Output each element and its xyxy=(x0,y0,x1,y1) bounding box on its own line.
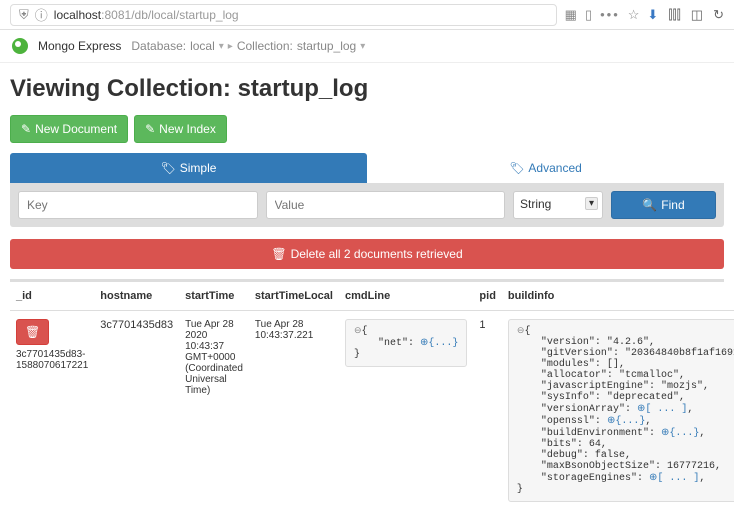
find-label: Find xyxy=(661,198,684,212)
more-icon[interactable]: ••• xyxy=(600,7,620,22)
filter-bar: String 🔍 Find xyxy=(10,183,724,227)
cell-pid: 1 xyxy=(473,311,502,511)
chevron-down-icon: ▾ xyxy=(219,41,224,52)
cell-starttimelocal: Tue Apr 28 10:43:37.221 xyxy=(249,311,339,511)
shield-icon: ⛨ xyxy=(19,7,29,23)
breadcrumb: Database: local ▾ ▸ Collection: startup_… xyxy=(131,39,365,53)
filter-tabs: 🏷 Simple 🏷 Advanced xyxy=(10,153,724,183)
delete-all-label: Delete all 2 documents retrieved xyxy=(291,247,463,261)
url-text: localhost:8081/db/local/startup_log xyxy=(54,8,239,22)
tab-advanced[interactable]: 🏷 Advanced xyxy=(367,153,724,183)
brand-name[interactable]: Mongo Express xyxy=(38,39,121,53)
tab-simple[interactable]: 🏷 Simple xyxy=(10,153,367,183)
cell-cmdline[interactable]: ⊖{ "net": ⊕{...} } xyxy=(345,319,467,367)
tag-icon: 🏷 xyxy=(161,161,176,175)
download-icon[interactable]: ⬇ xyxy=(647,7,658,23)
pencil-icon: ✎ xyxy=(21,122,31,136)
brand-bar: Mongo Express Database: local ▾ ▸ Collec… xyxy=(0,30,734,63)
page-title: Viewing Collection: startup_log xyxy=(10,75,724,103)
cell-hostname: 3c7701435d83 xyxy=(94,311,179,511)
grid-icon[interactable]: ▦ xyxy=(565,7,577,23)
browser-address-bar: ⛨ ⓘ localhost:8081/db/local/startup_log … xyxy=(0,0,734,30)
cell-buildinfo[interactable]: ⊖{ "version": "4.2.6", "gitVersion": "20… xyxy=(508,319,734,502)
cell-starttime: Tue Apr 28 2020 10:43:37 GMT+0000 (Coord… xyxy=(179,311,249,511)
cell-id: 3c7701435d83-1588070617221 xyxy=(16,349,88,371)
tab-advanced-label: Advanced xyxy=(528,161,581,175)
delete-all-button[interactable]: 🗑 Delete all 2 documents retrieved xyxy=(10,239,724,269)
star-icon[interactable]: ☆ xyxy=(628,7,640,23)
breadcrumb-coll-value[interactable]: startup_log xyxy=(297,39,356,53)
col-hostname: hostname xyxy=(94,282,179,311)
new-index-button[interactable]: ✎ New Index xyxy=(134,115,227,143)
value-input[interactable] xyxy=(266,191,506,219)
type-select[interactable]: String xyxy=(513,191,603,219)
library-icon[interactable]: ⫿⫿⫿ xyxy=(668,7,680,23)
col-id: _id xyxy=(10,282,94,311)
new-index-label: New Index xyxy=(159,122,216,136)
sidebar-icon[interactable]: ◫ xyxy=(691,7,703,23)
pencil-icon: ✎ xyxy=(145,122,155,136)
chevron-right-icon: ▸ xyxy=(228,41,233,52)
breadcrumb-coll-label: Collection: xyxy=(237,39,293,53)
breadcrumb-db-value[interactable]: local xyxy=(190,39,215,53)
table-row[interactable]: 🗑 3c7701435d83-1588070617221 3c7701435d8… xyxy=(10,311,734,511)
new-document-button[interactable]: ✎ New Document xyxy=(10,115,128,143)
chevron-down-icon: ▾ xyxy=(360,41,365,52)
search-icon: 🔍 xyxy=(642,198,657,212)
tab-simple-label: Simple xyxy=(180,161,217,175)
info-icon: ⓘ xyxy=(35,5,48,24)
trash-icon: 🗑 xyxy=(25,325,40,339)
col-buildinfo: buildinfo xyxy=(502,282,734,311)
sync-icon[interactable]: ↻ xyxy=(713,7,724,23)
col-cmdline: cmdLine xyxy=(339,282,473,311)
type-select-value: String xyxy=(520,197,551,211)
find-button[interactable]: 🔍 Find xyxy=(611,191,716,219)
trash-icon: 🗑 xyxy=(271,247,286,261)
col-starttime: startTime xyxy=(179,282,249,311)
reader-icon[interactable]: ▯ xyxy=(585,7,592,23)
tags-icon: 🏷 xyxy=(509,161,524,175)
url-box[interactable]: ⛨ ⓘ localhost:8081/db/local/startup_log xyxy=(10,4,557,26)
documents-table: _id hostname startTime startTimeLocal cm… xyxy=(10,282,734,510)
col-pid: pid xyxy=(473,282,502,311)
new-document-label: New Document xyxy=(35,122,117,136)
breadcrumb-db-label: Database: xyxy=(131,39,186,53)
col-starttimelocal: startTimeLocal xyxy=(249,282,339,311)
delete-row-button[interactable]: 🗑 xyxy=(16,319,49,345)
mongo-icon xyxy=(12,38,28,54)
key-input[interactable] xyxy=(18,191,258,219)
